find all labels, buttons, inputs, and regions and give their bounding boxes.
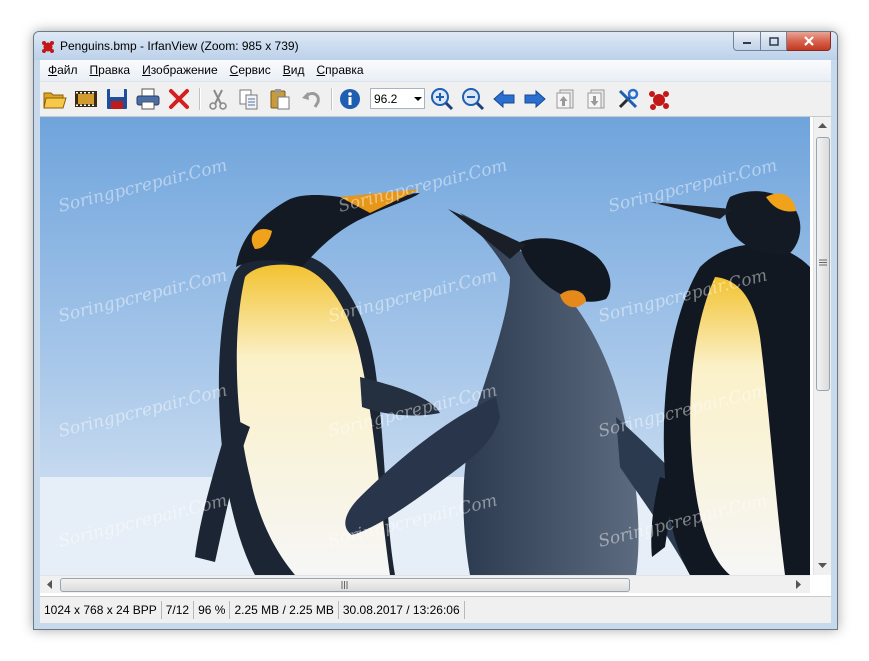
window-title: Penguins.bmp - IrfanView (Zoom: 985 x 73… — [60, 39, 299, 53]
scroll-down-icon[interactable] — [818, 563, 827, 569]
last-page-icon — [587, 89, 605, 109]
cut-button[interactable] — [206, 87, 230, 111]
irfanview-button[interactable] — [647, 87, 671, 111]
print-icon — [136, 88, 160, 110]
scroll-left-icon[interactable] — [46, 580, 52, 589]
toolbar: 96.2 — [40, 82, 831, 117]
undo-button[interactable] — [299, 87, 323, 111]
irfanview-window: Penguins.bmp - IrfanView (Zoom: 985 x 73… — [33, 31, 838, 630]
status-file-index: 7/12 — [162, 600, 195, 619]
irfanview-app-icon — [42, 41, 54, 53]
next-button[interactable] — [523, 87, 547, 111]
first-page-button[interactable] — [554, 87, 578, 111]
status-dimensions: 1024 x 768 x 24 BPP — [40, 600, 162, 619]
previous-icon — [493, 89, 515, 109]
first-page-icon — [556, 89, 574, 109]
zoom-out-button[interactable] — [461, 87, 485, 111]
zoom-combobox[interactable]: 96.2 — [370, 88, 425, 109]
paste-button[interactable] — [268, 87, 292, 111]
previous-button[interactable] — [492, 87, 516, 111]
open-button[interactable] — [43, 87, 67, 111]
zoom-value: 96.2 — [374, 92, 398, 106]
zoom-out-icon — [462, 88, 485, 111]
status-file-size: 2.25 MB / 2.25 MB — [230, 600, 339, 619]
scroll-up-icon[interactable] — [818, 122, 827, 128]
image-canvas[interactable]: Soringpcrepair.Com Soringpcrepair.Com So… — [40, 117, 810, 575]
zoom-in-icon — [431, 88, 454, 111]
menu-edit[interactable]: Правка — [84, 60, 137, 81]
minimize-button[interactable] — [733, 32, 761, 51]
penguins-image: Soringpcrepair.Com Soringpcrepair.Com So… — [40, 117, 810, 575]
image-viewport: Soringpcrepair.Com Soringpcrepair.Com So… — [40, 117, 831, 606]
menu-view[interactable]: Вид — [277, 60, 311, 81]
copy-button[interactable] — [237, 87, 261, 111]
maximize-button[interactable] — [761, 32, 787, 51]
cut-icon — [209, 89, 227, 110]
menu-image[interactable]: Изображение — [136, 60, 224, 81]
slideshow-button[interactable] — [74, 87, 98, 111]
copy-icon — [239, 89, 258, 110]
print-button[interactable] — [136, 87, 160, 111]
delete-button[interactable] — [167, 87, 191, 111]
zoom-in-button[interactable] — [430, 87, 454, 111]
info-icon — [340, 89, 360, 109]
open-folder-icon — [43, 92, 67, 109]
save-icon — [107, 89, 127, 109]
close-button[interactable] — [787, 32, 831, 51]
settings-button[interactable] — [616, 87, 640, 111]
status-datetime: 30.08.2017 / 13:26:06 — [339, 600, 465, 619]
next-icon — [524, 89, 546, 109]
status-zoom: 96 % — [194, 600, 231, 619]
undo-icon — [302, 92, 320, 108]
vertical-scrollbar[interactable] — [813, 117, 831, 575]
slideshow-icon — [75, 91, 97, 107]
menu-file[interactable]: Файл — [42, 60, 84, 81]
menu-help[interactable]: Справка — [311, 60, 370, 81]
settings-icon — [618, 88, 639, 109]
minimize-icon — [743, 42, 751, 44]
status-bar: 1024 x 768 x 24 BPP 7/12 96 % 2.25 MB / … — [40, 596, 831, 622]
menu-bar: Файл Правка Изображение Сервис Вид Справ… — [40, 60, 831, 82]
chevron-down-icon[interactable] — [414, 97, 422, 101]
paste-icon — [270, 89, 290, 110]
menu-options[interactable]: Сервис — [224, 60, 277, 81]
info-button[interactable] — [338, 87, 362, 111]
close-icon — [803, 36, 814, 46]
title-bar[interactable]: Penguins.bmp - IrfanView (Zoom: 985 x 73… — [34, 32, 837, 60]
vertical-scroll-thumb[interactable] — [816, 137, 830, 391]
irfanview-icon — [649, 91, 669, 110]
horizontal-scrollbar[interactable] — [40, 575, 810, 593]
scroll-right-icon[interactable] — [796, 580, 802, 589]
horizontal-scroll-thumb[interactable] — [60, 578, 630, 592]
last-page-button[interactable] — [585, 87, 609, 111]
delete-icon — [169, 89, 189, 109]
maximize-icon — [768, 36, 779, 46]
save-button[interactable] — [105, 87, 129, 111]
